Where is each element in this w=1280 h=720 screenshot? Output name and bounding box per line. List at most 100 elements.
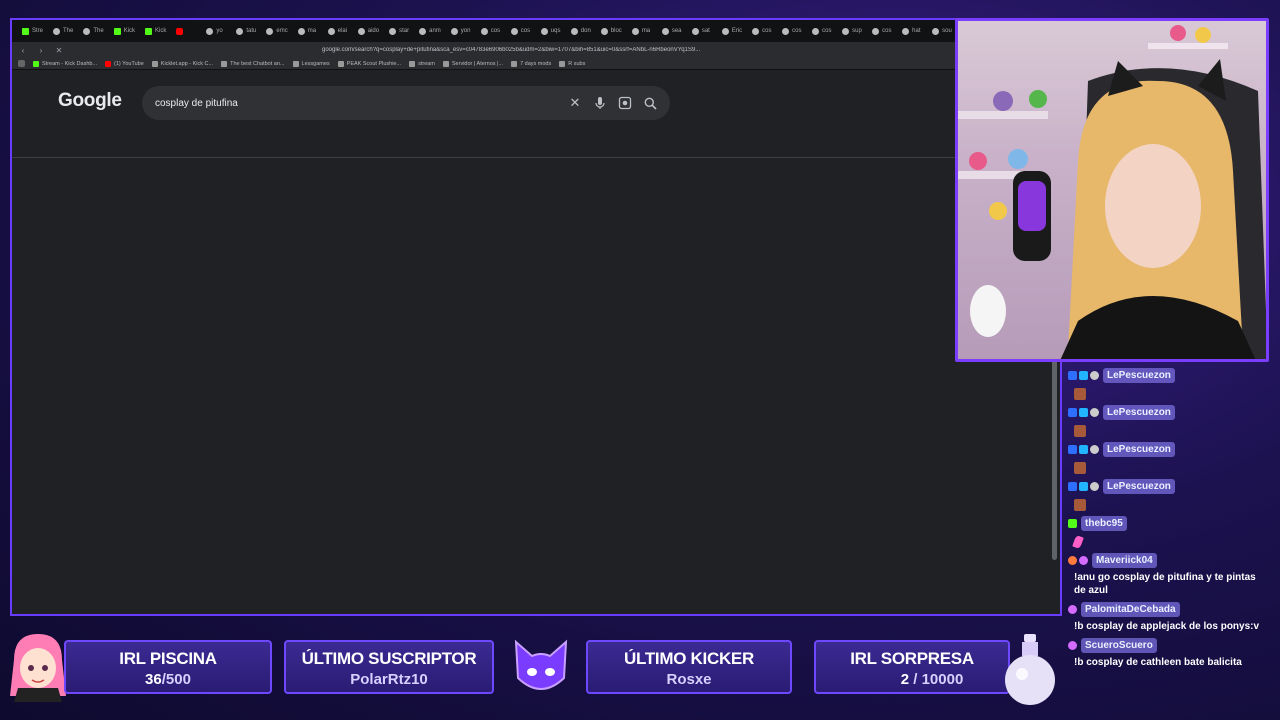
browser-tab[interactable]: yon — [447, 23, 475, 39]
chat-username[interactable]: ScueroScuero — [1081, 637, 1157, 653]
chat-badge-icon — [1090, 407, 1099, 417]
browser-tab[interactable]: cos — [477, 23, 505, 39]
browser-tab[interactable]: don — [567, 23, 595, 39]
chat-username[interactable]: PalomitaDeCebada — [1081, 601, 1180, 617]
folder-icon — [511, 60, 518, 67]
bookmark-item[interactable]: PEAK Scout Plushie... — [337, 60, 401, 67]
browser-tab[interactable]: emc — [262, 23, 291, 39]
globe-favicon-icon — [721, 27, 729, 35]
kick-favicon-icon — [22, 27, 29, 35]
chat-username[interactable]: Maveriick04 — [1092, 552, 1157, 568]
camera-lens-icon[interactable] — [615, 93, 635, 113]
globe-favicon-icon — [691, 27, 699, 35]
bookmark-item[interactable]: Lessgames — [292, 60, 330, 67]
globe-icon — [442, 60, 449, 67]
browser-tab[interactable]: Eric — [718, 23, 746, 39]
chat-badge-icon — [1079, 407, 1088, 417]
browser-tab[interactable]: cos — [868, 23, 896, 39]
chat-message: !anu go cosplay de pitufina y te pintas … — [1074, 572, 1256, 596]
browser-tab[interactable]: The — [49, 23, 77, 39]
browser-tab[interactable]: sou — [928, 23, 956, 39]
search-input[interactable]: cosplay de pitufina — [155, 98, 560, 109]
globe-favicon-icon — [631, 27, 639, 35]
irl-sorpresa-goal: / 10000 — [913, 671, 964, 688]
browser-tab[interactable]: The — [79, 23, 107, 39]
browser-tab[interactable]: anm — [415, 23, 445, 39]
browser-tab[interactable]: ma — [294, 23, 322, 39]
apps-grid-icon[interactable] — [18, 60, 25, 67]
search-box[interactable]: cosplay de pitufina ✕ — [142, 86, 670, 120]
bookmark-item[interactable]: The best Chatbot an... — [221, 60, 285, 67]
chat-message: !b cosplay de cathleen bate balicita — [1074, 657, 1242, 668]
microphone-icon[interactable] — [590, 93, 610, 113]
browser-tab[interactable]: cos — [778, 23, 806, 39]
globe-icon — [292, 60, 299, 67]
browser-tab[interactable]: star — [385, 23, 413, 39]
bookmark-item[interactable]: Servidor | Aternos |... — [442, 60, 503, 67]
globe-favicon-icon — [902, 27, 910, 35]
tab-label: cos — [822, 28, 832, 34]
ultimo-suscriptor-title: ÚLTIMO SUSCRIPTOR — [301, 649, 477, 668]
browser-tab[interactable]: sat — [688, 23, 716, 39]
browser-tab[interactable]: cos — [808, 23, 836, 39]
bookmark-item[interactable]: (1) YouTube — [105, 60, 144, 67]
tab-label: The — [63, 28, 74, 34]
tab-label: sou — [942, 28, 952, 34]
browser-tab[interactable]: bloc — [597, 23, 626, 39]
chat-header: PalomitaDeCebada — [1068, 600, 1278, 618]
chat-emote-icon — [1074, 387, 1086, 400]
chat-emote-row — [1068, 458, 1278, 477]
bookmark-item[interactable]: R subs — [559, 60, 586, 67]
browser-tab[interactable]: sup — [838, 23, 866, 39]
back-icon[interactable]: ‹ — [18, 46, 28, 55]
bookmark-item[interactable]: stream — [409, 60, 435, 67]
chat-username[interactable]: LePescuezon — [1103, 404, 1175, 420]
globe-favicon-icon — [389, 27, 397, 35]
globe-favicon-icon — [812, 27, 820, 35]
browser-tab[interactable]: Kick — [141, 23, 170, 39]
bookmark-label: R subs — [568, 60, 586, 67]
chat-badge-icon — [1079, 370, 1088, 380]
browser-tab[interactable]: sea — [658, 23, 686, 39]
browser-tab[interactable]: elai — [324, 23, 352, 39]
chat-badge-icon — [1068, 640, 1077, 650]
browser-tab[interactable]: Stre — [18, 23, 47, 39]
browser-tab[interactable]: cos — [507, 23, 535, 39]
chat-badge-icon — [1090, 370, 1099, 380]
chat-badge-icon — [1090, 481, 1099, 491]
irl-piscina-goal: /500 — [161, 671, 191, 688]
kick-icon — [33, 60, 39, 67]
forward-icon[interactable]: › — [36, 46, 46, 55]
webcam-feed — [955, 18, 1269, 362]
browser-tab[interactable]: yo — [202, 23, 230, 39]
stop-loading-icon[interactable]: ✕ — [54, 46, 64, 55]
bookmark-item[interactable]: 7 days mods — [511, 60, 552, 67]
bookmark-label: 7 days mods — [520, 60, 552, 67]
chat-header: LePescuezon — [1068, 403, 1278, 421]
chat-username[interactable]: LePescuezon — [1103, 441, 1175, 457]
browser-tab[interactable]: aido — [354, 23, 383, 39]
browser-tab[interactable]: hat — [898, 23, 926, 39]
browser-tab[interactable]: cos — [748, 23, 776, 39]
bookmark-item[interactable]: Kicklet.app - Kick C... — [151, 60, 213, 67]
chat-badge-icon — [1068, 481, 1077, 491]
browser-tab[interactable]: ma — [628, 23, 656, 39]
chat-username[interactable]: LePescuezon — [1103, 367, 1175, 383]
browser-tab[interactable] — [172, 23, 200, 39]
chat-username[interactable]: thebc95 — [1081, 515, 1127, 531]
chat-username[interactable]: LePescuezon — [1103, 478, 1175, 494]
url-field[interactable]: google.com/search?q=cosplay+de+pitufina&… — [322, 47, 979, 53]
chat-badge-icon — [1068, 407, 1077, 417]
browser-tab[interactable]: Kick — [110, 23, 139, 39]
globe-favicon-icon — [510, 27, 518, 35]
globe-favicon-icon — [480, 27, 488, 35]
globe-favicon-icon — [297, 27, 305, 35]
clear-icon[interactable]: ✕ — [565, 93, 585, 113]
search-icon[interactable] — [640, 93, 660, 113]
browser-tab[interactable]: uqs — [537, 23, 565, 39]
globe-favicon-icon — [570, 27, 578, 35]
browser-tab[interactable]: tatu — [232, 23, 260, 39]
google-logo[interactable]: Google — [58, 90, 122, 112]
bookmark-item[interactable]: Stream - Kick Dashb... — [33, 60, 97, 67]
bookmark-label: Lessgames — [301, 60, 330, 67]
